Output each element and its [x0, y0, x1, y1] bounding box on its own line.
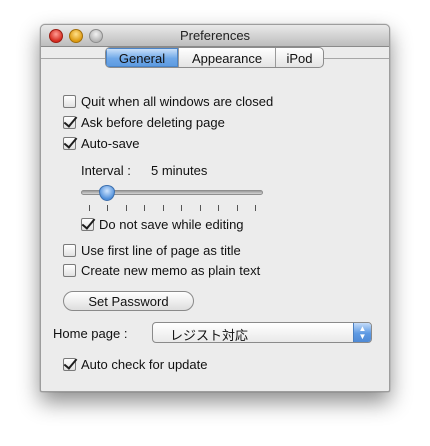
- home-page-popup[interactable]: レジスト対応 ▲ ▼: [152, 322, 372, 343]
- slider-tick: [107, 205, 109, 211]
- quit-when-closed-checkbox[interactable]: [63, 95, 76, 108]
- quit-when-closed-label[interactable]: Quit when all windows are closed: [81, 94, 273, 109]
- interval-value: 5 minutes: [151, 163, 208, 178]
- auto-update-checkbox[interactable]: [63, 358, 76, 371]
- title-bar[interactable]: Preferences: [41, 25, 389, 47]
- home-page-label: Home page :: [53, 326, 128, 341]
- tab-ipod[interactable]: iPod: [275, 48, 323, 67]
- set-password-button[interactable]: Set Password: [63, 291, 194, 311]
- interval-label: Interval :: [81, 163, 131, 178]
- popup-arrows-icon: ▲ ▼: [353, 323, 371, 342]
- slider-tick: [162, 205, 164, 211]
- slider-tick: [255, 205, 256, 211]
- do-not-save-editing-label[interactable]: Do not save while editing: [99, 217, 244, 232]
- plain-text-memo-label[interactable]: Create new memo as plain text: [81, 263, 260, 278]
- slider-tick: [218, 205, 220, 211]
- slider-tick: [199, 205, 201, 211]
- home-page-selected: レジスト対応: [170, 328, 249, 343]
- plain-text-memo-checkbox[interactable]: [63, 264, 76, 277]
- interval-slider-knob[interactable]: [99, 185, 116, 201]
- do-not-save-editing-checkbox[interactable]: [81, 218, 94, 231]
- slider-tick: [125, 205, 127, 211]
- first-line-title-label[interactable]: Use first line of page as title: [81, 243, 241, 258]
- tab-appearance[interactable]: Appearance: [178, 48, 275, 67]
- auto-save-checkbox[interactable]: [63, 137, 76, 150]
- tab-bar: General Appearance iPod: [105, 47, 324, 68]
- first-line-title-checkbox[interactable]: [63, 244, 76, 257]
- slider-tick: [236, 205, 238, 211]
- ask-before-delete-checkbox[interactable]: [63, 116, 76, 129]
- preferences-window: Preferences General Appearance iPod Quit…: [40, 24, 390, 392]
- tab-general[interactable]: General: [106, 48, 178, 67]
- ask-before-delete-label[interactable]: Ask before deleting page: [81, 115, 225, 130]
- slider-tick: [144, 205, 146, 211]
- auto-update-label[interactable]: Auto check for update: [81, 357, 207, 372]
- slider-tick: [89, 205, 90, 211]
- slider-tick: [181, 205, 183, 211]
- window-title: Preferences: [179, 28, 251, 43]
- auto-save-label[interactable]: Auto-save: [81, 136, 140, 151]
